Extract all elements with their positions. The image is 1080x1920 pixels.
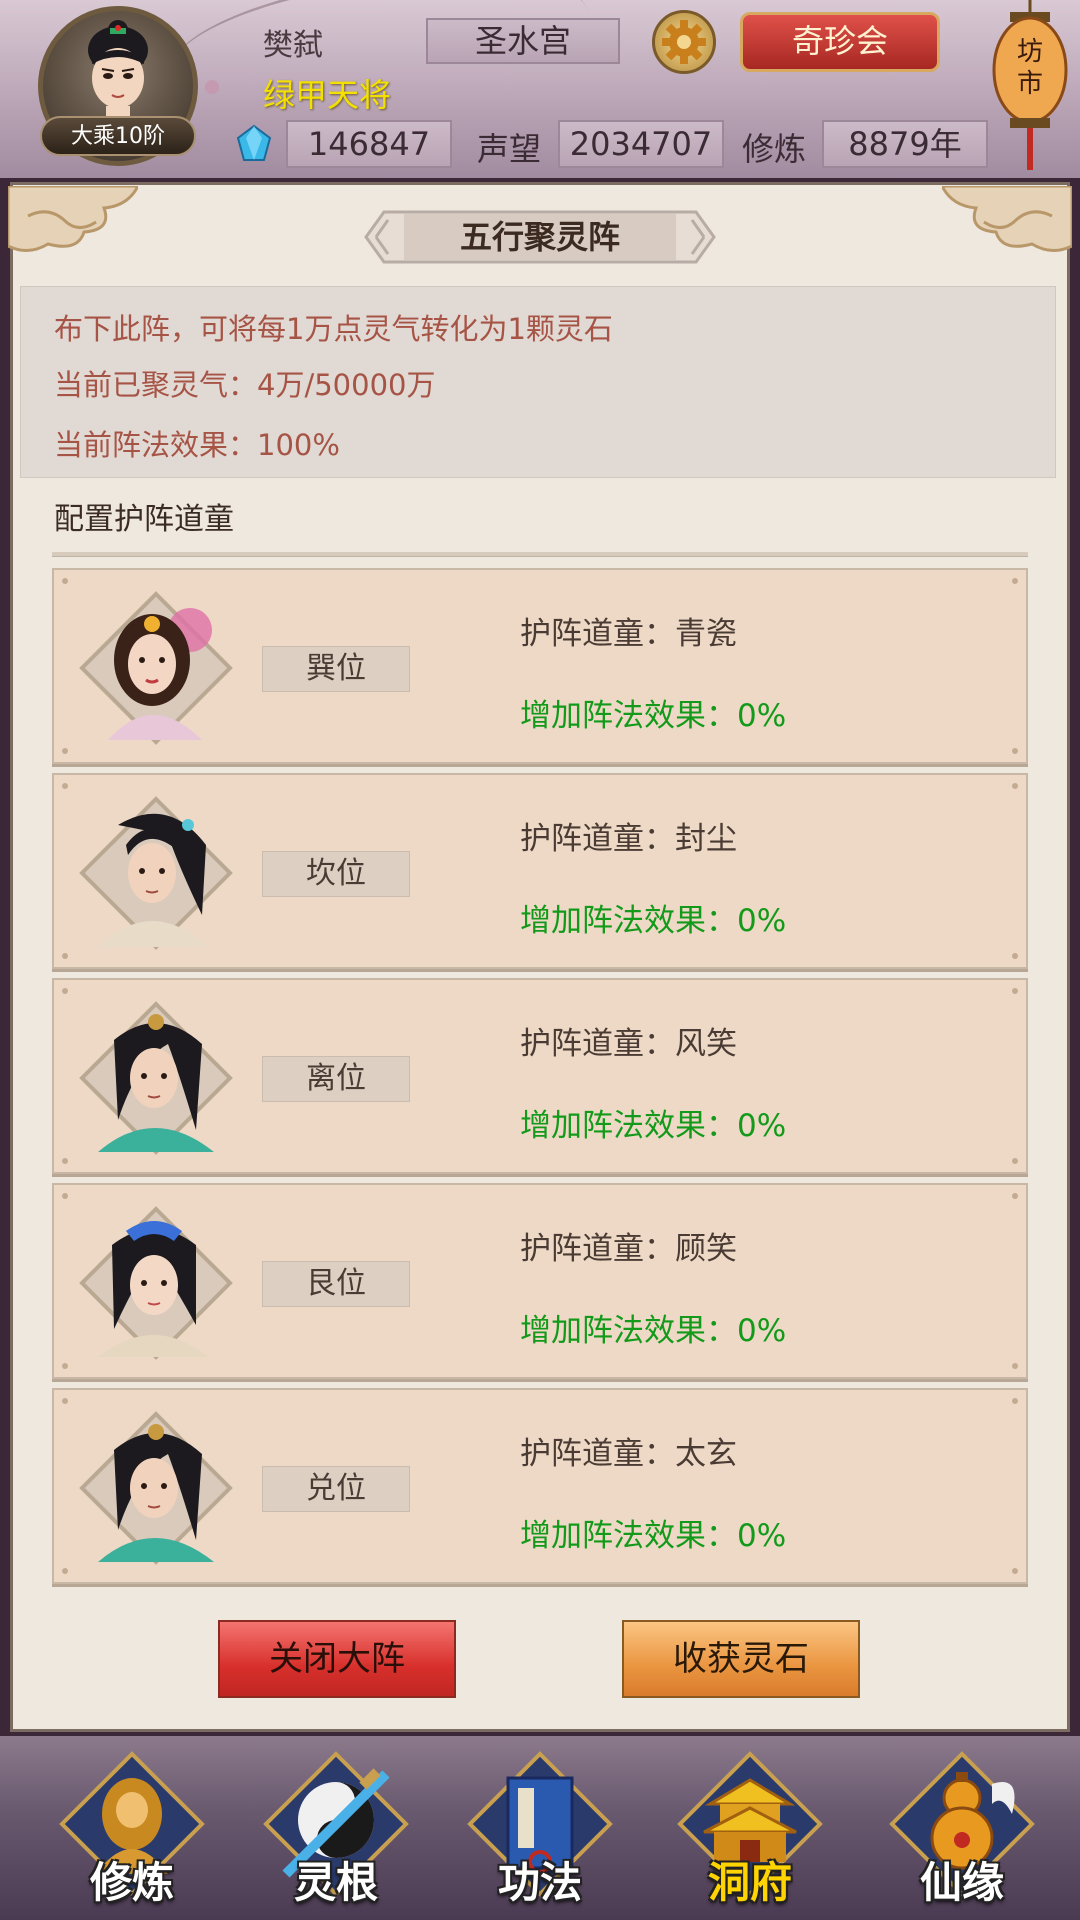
player-title: 绿甲天将 [263, 76, 392, 114]
rivet [62, 1568, 68, 1574]
cultivation-years: 8879年 [822, 120, 988, 168]
fame-value: 2034707 [558, 120, 724, 168]
guardian-portrait-icon [79, 1411, 233, 1565]
gathered-qi-text: 当前已聚灵气：4万/50000万 [54, 368, 436, 402]
effect-bonus: 增加阵法效果：0% [520, 1518, 787, 1554]
effect-bonus: 增加阵法效果：0% [520, 1108, 787, 1144]
divider [52, 552, 1028, 557]
effect-bonus: 增加阵法效果：0% [520, 903, 787, 939]
rivet [1012, 748, 1018, 754]
rank-badge: 大乘10阶 [40, 116, 196, 156]
avatar-portrait-icon [88, 20, 148, 130]
guardian-slot[interactable]: 艮位 护阵道童：顾笑 增加阵法效果：0% [52, 1183, 1028, 1379]
rivet [1012, 1363, 1018, 1369]
rivet [1012, 1568, 1018, 1574]
sect-name: 圣水宫 [426, 18, 620, 64]
effect-bonus: 增加阵法效果：0% [520, 1313, 787, 1349]
nav-cultivate[interactable]: 修炼 [42, 1736, 222, 1920]
rivet [1012, 1193, 1018, 1199]
rivet [1012, 578, 1018, 584]
effect-bonus: 增加阵法效果：0% [520, 698, 787, 734]
guardian-portrait-icon [79, 796, 233, 950]
rivet [62, 953, 68, 959]
guardian-slot[interactable]: 坎位 护阵道童：封尘 增加阵法效果：0% [52, 773, 1028, 969]
rivet [62, 748, 68, 754]
guardian-slot[interactable]: 兑位 护阵道童：太玄 增加阵法效果：0% [52, 1388, 1028, 1584]
panel-title: 五行聚灵阵 [459, 218, 620, 256]
guardian-slot[interactable]: 离位 护阵道童：风笑 增加阵法效果：0% [52, 978, 1028, 1174]
harvest-spirit-stones-button[interactable]: 收获灵石 [622, 1620, 860, 1698]
guardian-portrait-icon [79, 591, 233, 745]
spirit-gem-icon [236, 124, 272, 161]
bottom-navigation: 修炼 灵根 功法 洞府 仙缘 [0, 1736, 1080, 1920]
market-lantern-icon[interactable]: 坊 市 [990, 0, 1070, 175]
blossom-decoration [205, 80, 219, 94]
rivet [62, 1363, 68, 1369]
formation-position: 离位 [262, 1056, 410, 1102]
formation-position: 兑位 [262, 1466, 410, 1512]
nav-label: 修炼 [89, 1858, 174, 1907]
market-label-char-1: 坊 [1017, 37, 1043, 67]
rivet [62, 1398, 68, 1404]
formation-position: 艮位 [262, 1261, 410, 1307]
guardian-name: 护阵道童：顾笑 [520, 1231, 737, 1267]
gear-icon [662, 20, 706, 64]
nav-label: 灵根 [293, 1858, 378, 1907]
guardian-name: 护阵道童：青瓷 [520, 616, 737, 652]
cultivation-label: 修炼 [742, 130, 807, 168]
cloud-ornament-icon [8, 186, 138, 252]
rivet [62, 783, 68, 789]
market-label-char-2: 市 [1017, 69, 1043, 99]
rivet [1012, 1398, 1018, 1404]
gem-count: 146847 [286, 120, 452, 168]
rivet [62, 578, 68, 584]
guardian-portrait-icon [79, 1001, 233, 1155]
guardian-name: 护阵道童：封尘 [520, 821, 737, 857]
rivet [62, 1158, 68, 1164]
rivet [1012, 783, 1018, 789]
formation-position: 巽位 [262, 646, 410, 692]
nav-label: 仙缘 [919, 1858, 1004, 1907]
formation-effect-text: 当前阵法效果：100% [54, 428, 340, 462]
formation-position: 坎位 [262, 851, 410, 897]
rivet [1012, 988, 1018, 994]
nav-technique[interactable]: 功法 [450, 1736, 630, 1920]
treasure-auction-button[interactable]: 奇珍会 [740, 12, 940, 72]
rivet [62, 1193, 68, 1199]
rivet [62, 988, 68, 994]
nav-spirit-root[interactable]: 灵根 [246, 1736, 426, 1920]
guardian-slot[interactable]: 巽位 护阵道童：青瓷 增加阵法效果：0% [52, 568, 1028, 764]
close-formation-button[interactable]: 关闭大阵 [218, 1620, 456, 1698]
guardian-name: 护阵道童：风笑 [520, 1026, 737, 1062]
guardian-name: 护阵道童：太玄 [520, 1436, 737, 1472]
guardian-portrait-icon [79, 1206, 233, 1360]
rivet [1012, 953, 1018, 959]
nav-immortal-fate[interactable]: 仙缘 [872, 1736, 1052, 1920]
nav-label: 洞府 [707, 1858, 792, 1907]
fame-label: 声望 [477, 130, 542, 168]
section-heading: 配置护阵道童 [54, 502, 234, 537]
rivet [1012, 1158, 1018, 1164]
nav-cave-palace[interactable]: 洞府 [660, 1736, 840, 1920]
nav-label: 功法 [497, 1858, 582, 1907]
settings-button[interactable] [652, 10, 716, 74]
conversion-rule-text: 布下此阵，可将每1万点灵气转化为1颗灵石 [54, 312, 613, 346]
player-name: 樊弑 [263, 28, 323, 63]
cloud-ornament-icon [942, 186, 1072, 252]
